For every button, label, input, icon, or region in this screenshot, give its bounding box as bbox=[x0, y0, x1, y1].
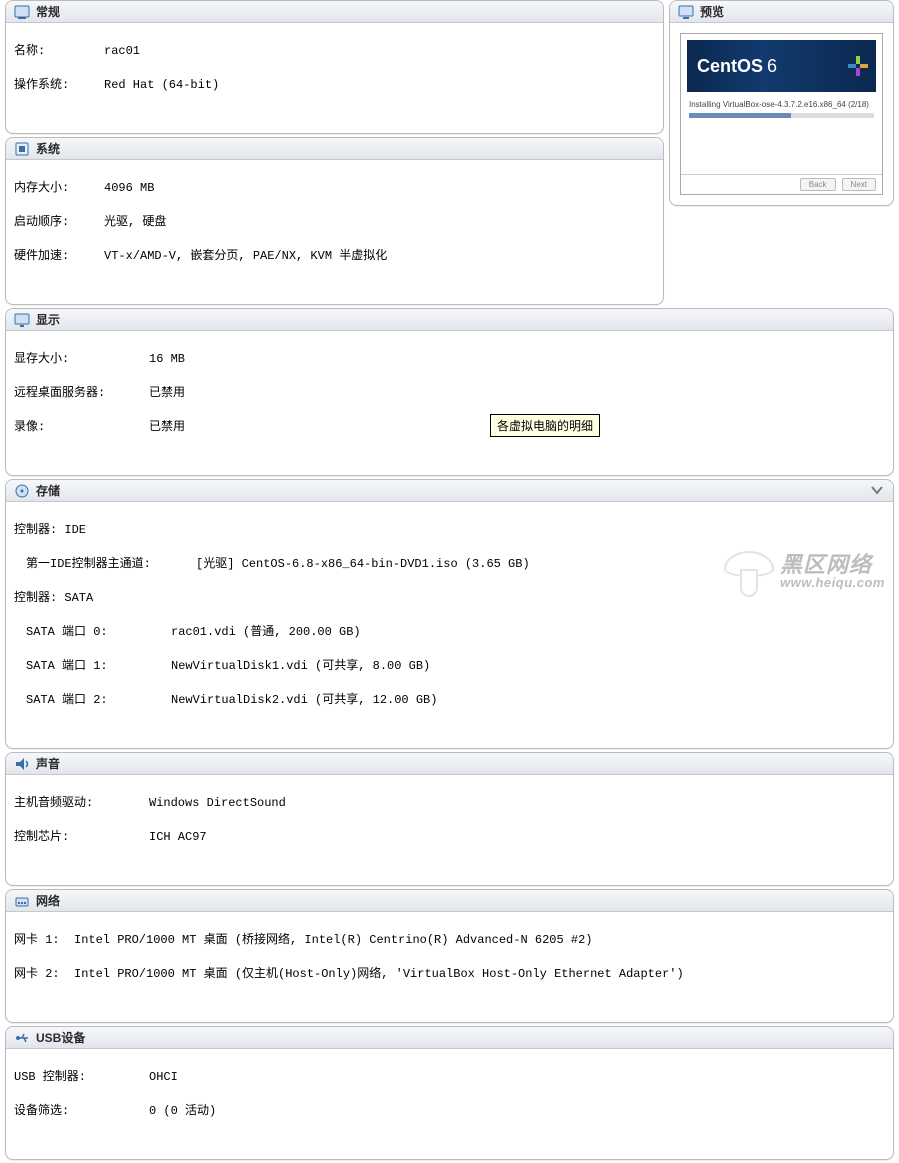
display-icon bbox=[14, 312, 30, 328]
body-system: 内存大小:4096 MB 启动顺序:光驱, 硬盘 硬件加速:VT-x/AMD-V… bbox=[6, 160, 663, 304]
header-storage-title: 存储 bbox=[36, 482, 60, 499]
val-sata1: NewVirtualDisk1.vdi (可共享, 8.00 GB) bbox=[171, 658, 430, 675]
body-storage: 控制器: IDE 第一IDE控制器主通道:[光驱] CentOS-6.8-x86… bbox=[6, 502, 893, 748]
lbl-sata0: SATA 端口 0: bbox=[14, 624, 171, 641]
lbl-ctl-ide: 控制器: IDE bbox=[14, 522, 885, 539]
btn-next: Next bbox=[842, 178, 876, 191]
panel-storage: 存储 控制器: IDE 第一IDE控制器主通道:[光驱] CentOS-6.8-… bbox=[5, 479, 894, 749]
lbl-ide-ch: 第一IDE控制器主通道: bbox=[14, 556, 196, 573]
panel-usb: USB设备 USB 控制器:OHCI 设备筛选:0 (0 活动) bbox=[5, 1026, 894, 1160]
lbl-os: 操作系统: bbox=[14, 77, 104, 94]
monitor-icon bbox=[678, 4, 694, 20]
header-network[interactable]: 网络 bbox=[6, 890, 893, 912]
header-usb[interactable]: USB设备 bbox=[6, 1027, 893, 1049]
lbl-audio-chip: 控制芯片: bbox=[14, 829, 149, 846]
btn-back: Back bbox=[800, 178, 836, 191]
header-display-title: 显示 bbox=[36, 311, 60, 328]
header-general[interactable]: 常规 bbox=[6, 1, 663, 23]
network-icon bbox=[14, 893, 30, 909]
val-nic2: Intel PRO/1000 MT 桌面 (仅主机(Host-Only)网络, … bbox=[74, 966, 684, 983]
val-ide-ch: [光驱] CentOS-6.8-x86_64-bin-DVD1.iso (3.6… bbox=[196, 556, 530, 573]
header-system[interactable]: 系统 bbox=[6, 138, 663, 160]
storage-icon bbox=[14, 483, 30, 499]
chevron-down-icon[interactable] bbox=[869, 483, 885, 497]
centos-version: 6 bbox=[767, 56, 777, 77]
val-audio-drv: Windows DirectSound bbox=[149, 795, 286, 812]
val-sata0: rac01.vdi (普通, 200.00 GB) bbox=[171, 624, 361, 641]
progress-bar bbox=[689, 113, 874, 118]
centos-logo-icon bbox=[848, 56, 868, 76]
lbl-nic1: 网卡 1: bbox=[14, 932, 74, 949]
val-boot: 光驱, 硬盘 bbox=[104, 214, 166, 231]
lbl-boot: 启动顺序: bbox=[14, 214, 104, 231]
body-usb: USB 控制器:OHCI 设备筛选:0 (0 活动) bbox=[6, 1049, 893, 1159]
panel-display: 显示 显存大小:16 MB 远程桌面服务器:已禁用 录像:已禁用 bbox=[5, 308, 894, 476]
lbl-usb-ctl: USB 控制器: bbox=[14, 1069, 149, 1086]
general-icon bbox=[14, 4, 30, 20]
preview-statusbar: Back Next bbox=[681, 174, 882, 194]
lbl-accel: 硬件加速: bbox=[14, 248, 104, 265]
header-storage[interactable]: 存储 bbox=[6, 480, 893, 502]
val-name: rac01 bbox=[104, 43, 140, 60]
val-rdp: 已禁用 bbox=[149, 385, 185, 402]
val-vmem: 16 MB bbox=[149, 351, 185, 368]
val-accel: VT-x/AMD-V, 嵌套分页, PAE/NX, KVM 半虚拟化 bbox=[104, 248, 387, 265]
header-preview-title: 预览 bbox=[700, 3, 724, 20]
lbl-vmem: 显存大小: bbox=[14, 351, 149, 368]
header-audio[interactable]: 声音 bbox=[6, 753, 893, 775]
panel-audio: 声音 主机音频驱动:Windows DirectSound 控制芯片:ICH A… bbox=[5, 752, 894, 886]
val-nic1: Intel PRO/1000 MT 桌面 (桥接网络, Intel(R) Cen… bbox=[74, 932, 592, 949]
header-audio-title: 声音 bbox=[36, 755, 60, 772]
header-usb-title: USB设备 bbox=[36, 1029, 85, 1046]
preview-thumbnail[interactable]: CentOS6 Installing VirtualBox-ose-4.3.7.… bbox=[680, 33, 883, 195]
body-display: 显存大小:16 MB 远程桌面服务器:已禁用 录像:已禁用 bbox=[6, 331, 893, 475]
lbl-name: 名称: bbox=[14, 43, 104, 60]
lbl-rdp: 远程桌面服务器: bbox=[14, 385, 149, 402]
lbl-usb-flt: 设备筛选: bbox=[14, 1103, 149, 1120]
lbl-rec: 录像: bbox=[14, 419, 149, 436]
val-usb-ctl: OHCI bbox=[149, 1069, 178, 1086]
usb-icon bbox=[14, 1030, 30, 1046]
body-general: 名称:rac01 操作系统:Red Hat (64-bit) bbox=[6, 23, 663, 133]
panel-general: 常规 名称:rac01 操作系统:Red Hat (64-bit) bbox=[5, 0, 664, 134]
body-audio: 主机音频驱动:Windows DirectSound 控制芯片:ICH AC97 bbox=[6, 775, 893, 885]
body-network: 网卡 1:Intel PRO/1000 MT 桌面 (桥接网络, Intel(R… bbox=[6, 912, 893, 1022]
header-network-title: 网络 bbox=[36, 892, 60, 909]
lbl-audio-drv: 主机音频驱动: bbox=[14, 795, 149, 812]
header-system-title: 系统 bbox=[36, 140, 60, 157]
header-display[interactable]: 显示 bbox=[6, 309, 893, 331]
tooltip: 各虚拟电脑的明细 bbox=[490, 414, 600, 437]
centos-brand: CentOS bbox=[697, 56, 763, 77]
val-sata2: NewVirtualDisk2.vdi (可共享, 12.00 GB) bbox=[171, 692, 437, 709]
lbl-ctl-sata: 控制器: SATA bbox=[14, 590, 885, 607]
install-text: Installing VirtualBox-ose-4.3.7.2.e16.x8… bbox=[681, 98, 882, 111]
lbl-sata1: SATA 端口 1: bbox=[14, 658, 171, 675]
val-rec: 已禁用 bbox=[149, 419, 185, 436]
lbl-nic2: 网卡 2: bbox=[14, 966, 74, 983]
centos-banner: CentOS6 bbox=[687, 40, 876, 92]
panel-system: 系统 内存大小:4096 MB 启动顺序:光驱, 硬盘 硬件加速:VT-x/AM… bbox=[5, 137, 664, 305]
val-audio-chip: ICH AC97 bbox=[149, 829, 207, 846]
panel-preview: 预览 CentOS6 Installing VirtualBox-ose-4.3… bbox=[669, 0, 894, 206]
val-os: Red Hat (64-bit) bbox=[104, 77, 219, 94]
val-usb-flt: 0 (0 活动) bbox=[149, 1103, 216, 1120]
header-preview[interactable]: 预览 bbox=[670, 1, 893, 23]
audio-icon bbox=[14, 756, 30, 772]
val-mem: 4096 MB bbox=[104, 180, 154, 197]
lbl-mem: 内存大小: bbox=[14, 180, 104, 197]
panel-network: 网络 网卡 1:Intel PRO/1000 MT 桌面 (桥接网络, Inte… bbox=[5, 889, 894, 1023]
lbl-sata2: SATA 端口 2: bbox=[14, 692, 171, 709]
system-icon bbox=[14, 141, 30, 157]
header-general-title: 常规 bbox=[36, 3, 60, 20]
